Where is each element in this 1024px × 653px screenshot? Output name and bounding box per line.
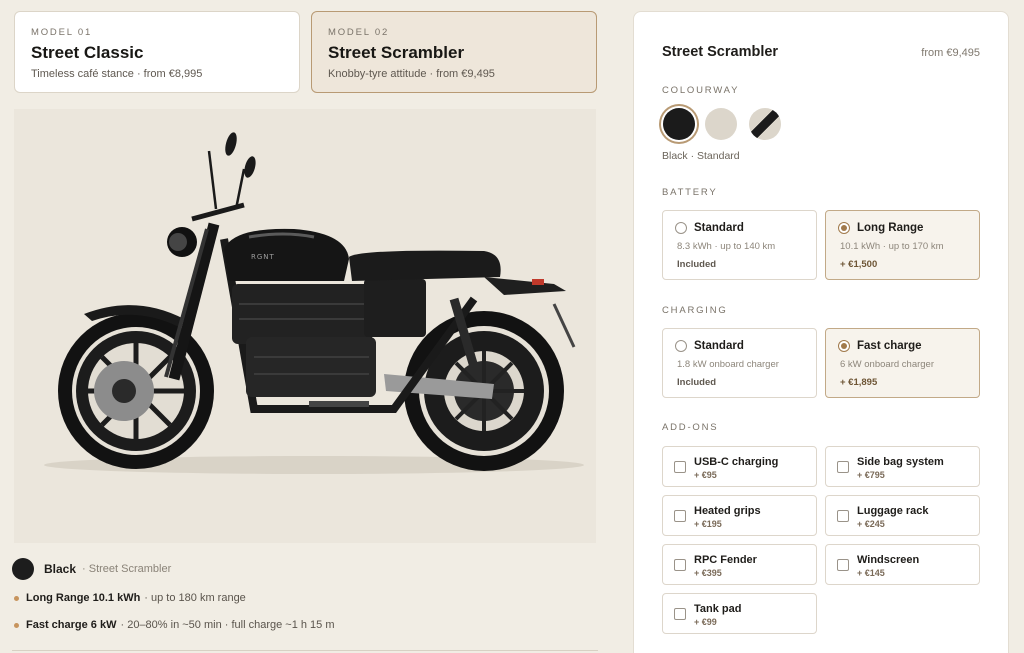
spec-title: Fast charge 6 kW bbox=[26, 619, 117, 631]
summary-color-row: Black · Street Scrambler bbox=[12, 558, 171, 580]
spec-title: Long Range 10.1 kWh bbox=[26, 592, 141, 604]
addon-name: Tank pad bbox=[694, 603, 742, 615]
checkbox[interactable] bbox=[674, 559, 686, 571]
addon-name: RPC Fender bbox=[694, 554, 757, 566]
charging-option-fast[interactable]: Fast charge 6 kW onboard charger + €1,89… bbox=[825, 328, 980, 398]
addon-price: + €195 bbox=[694, 519, 722, 529]
battery-option-long-range[interactable]: Long Range 10.1 kWh · up to 170 km + €1,… bbox=[825, 210, 980, 280]
bullet-icon bbox=[14, 622, 19, 628]
model-subtitle: Knobby-tyre attitude · from €9,495 bbox=[328, 68, 495, 80]
battery-option-standard[interactable]: Standard 8.3 kWh · up to 140 km Included bbox=[662, 210, 817, 280]
option-price: + €1,895 bbox=[840, 377, 878, 388]
configurator-panel: Street Scrambler from €9,495 COLOURWAY B… bbox=[633, 11, 1009, 653]
addon-tank-pad[interactable]: Tank pad + €99 bbox=[662, 593, 817, 634]
summary-model-name: · Street Scrambler bbox=[82, 563, 172, 575]
panel-price: from €9,495 bbox=[921, 47, 980, 59]
colour-swatch-black[interactable] bbox=[663, 108, 695, 140]
addon-luggage-rack[interactable]: Luggage rack + €245 bbox=[825, 495, 980, 536]
addon-name: Side bag system bbox=[857, 456, 944, 468]
option-price: + €1,500 bbox=[840, 259, 878, 270]
addons-label: ADD-ONS bbox=[662, 422, 719, 433]
radio-selected-icon bbox=[838, 340, 850, 352]
summary-color-swatch bbox=[12, 558, 34, 580]
checkbox[interactable] bbox=[674, 608, 686, 620]
colourway-caption: Black · Standard bbox=[662, 150, 740, 162]
charging-label: CHARGING bbox=[662, 305, 728, 316]
addon-name: Luggage rack bbox=[857, 505, 929, 517]
option-description: 10.1 kWh · up to 170 km bbox=[840, 241, 944, 252]
option-price: Included bbox=[677, 259, 717, 270]
addon-usb-c-charging[interactable]: USB-C charging + €95 bbox=[662, 446, 817, 487]
option-name: Long Range bbox=[857, 222, 924, 234]
option-description: 6 kW onboard charger bbox=[840, 359, 934, 370]
checkbox[interactable] bbox=[837, 559, 849, 571]
colour-swatch-sand-stripe[interactable] bbox=[749, 108, 781, 140]
addon-name: Heated grips bbox=[694, 505, 761, 517]
option-description: 1.8 kW onboard charger bbox=[677, 359, 779, 370]
addon-rpc-fender[interactable]: RPC Fender + €395 bbox=[662, 544, 817, 585]
model-name: Street Classic bbox=[31, 43, 144, 62]
addon-name: Windscreen bbox=[857, 554, 920, 566]
addon-name: USB-C charging bbox=[694, 456, 779, 468]
addon-price: + €95 bbox=[694, 470, 717, 480]
option-name: Standard bbox=[694, 340, 744, 352]
checkbox[interactable] bbox=[837, 461, 849, 473]
checkbox[interactable] bbox=[674, 510, 686, 522]
addon-side-bag-system[interactable]: Side bag system + €795 bbox=[825, 446, 980, 487]
option-price: Included bbox=[677, 377, 717, 388]
option-name: Fast charge bbox=[857, 340, 922, 352]
checkbox[interactable] bbox=[674, 461, 686, 473]
addon-price: + €395 bbox=[694, 568, 722, 578]
addon-price: + €245 bbox=[857, 519, 885, 529]
panel-title: Street Scrambler bbox=[662, 44, 779, 60]
model-kicker: MODEL 01 bbox=[31, 27, 93, 38]
spec-detail: · 20–80% in ~50 min · full charge ~1 h 1… bbox=[120, 619, 335, 631]
bullet-icon bbox=[14, 595, 19, 601]
colourway-label: COLOURWAY bbox=[662, 85, 740, 96]
divider bbox=[12, 650, 598, 651]
colour-swatch-sand[interactable] bbox=[705, 108, 737, 140]
motorcycle-image: RGNT bbox=[14, 109, 596, 543]
addon-heated-grips[interactable]: Heated grips + €195 bbox=[662, 495, 817, 536]
charging-option-standard[interactable]: Standard 1.8 kW onboard charger Included bbox=[662, 328, 817, 398]
option-name: Standard bbox=[694, 222, 744, 234]
addon-price: + €145 bbox=[857, 568, 885, 578]
spec-detail: · up to 180 km range bbox=[144, 592, 246, 604]
tank-badge: RGNT bbox=[251, 253, 275, 261]
radio-selected-icon bbox=[838, 222, 850, 234]
option-description: 8.3 kWh · up to 140 km bbox=[677, 241, 776, 252]
summary-battery-spec: Long Range 10.1 kWh · up to 180 km range bbox=[12, 592, 246, 604]
model-name: Street Scrambler bbox=[328, 43, 465, 62]
model-kicker: MODEL 02 bbox=[328, 27, 390, 38]
addon-price: + €795 bbox=[857, 470, 885, 480]
model-card-street-scrambler[interactable]: MODEL 02 Street Scrambler Knobby-tyre at… bbox=[311, 11, 597, 93]
checkbox[interactable] bbox=[837, 510, 849, 522]
model-subtitle: Timeless café stance · from €8,995 bbox=[31, 68, 203, 80]
summary-charging-spec: Fast charge 6 kW · 20–80% in ~50 min · f… bbox=[12, 619, 335, 631]
radio-icon bbox=[675, 222, 687, 234]
battery-label: BATTERY bbox=[662, 187, 718, 198]
addon-price: + €99 bbox=[694, 617, 717, 627]
addon-windscreen[interactable]: Windscreen + €145 bbox=[825, 544, 980, 585]
summary-color-name: Black bbox=[44, 562, 77, 576]
radio-icon bbox=[675, 340, 687, 352]
model-card-street-classic[interactable]: MODEL 01 Street Classic Timeless café st… bbox=[14, 11, 300, 93]
